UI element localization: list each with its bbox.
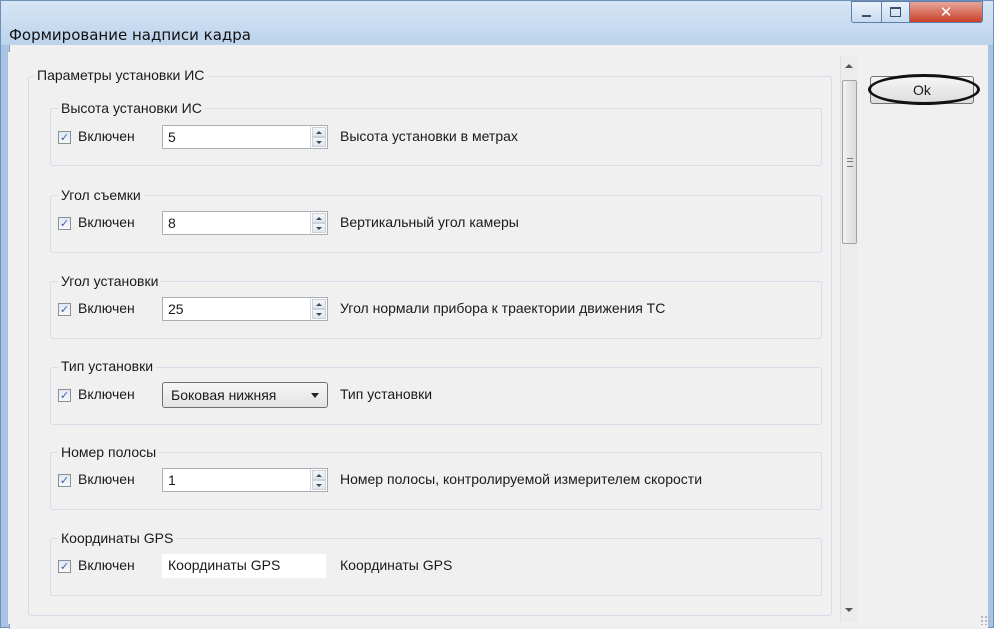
chevron-down-icon	[311, 393, 319, 398]
scrollbar-thumb[interactable]	[842, 80, 857, 244]
spin-up-icon	[316, 131, 322, 134]
section-gps-description: Координаты GPS	[340, 557, 452, 573]
spin-up-button[interactable]	[312, 213, 326, 223]
resize-grip-icon[interactable]	[980, 615, 990, 625]
install-type-dropdown[interactable]: Боковая нижняя	[162, 382, 328, 408]
spin-buttons	[310, 298, 327, 320]
close-icon: ✕	[940, 3, 953, 21]
section-lane-description: Номер полосы, контролируемой измерителем…	[340, 471, 702, 487]
section-lane-checkbox-label: Включен	[78, 471, 135, 487]
section-lane-value: 1	[168, 472, 176, 488]
spin-buttons	[310, 126, 327, 148]
spin-down-icon	[316, 227, 322, 230]
checkmark-icon: ✓	[60, 218, 69, 229]
section-install-angle-title: Угол установки	[58, 273, 161, 289]
section-install-type-checkbox[interactable]: ✓	[58, 389, 71, 402]
spin-buttons	[310, 212, 327, 234]
section-angle-spinbox[interactable]: 8	[162, 211, 328, 235]
maximize-icon	[890, 7, 901, 17]
section-install-angle-spinbox[interactable]: 25	[162, 297, 328, 321]
section-install-angle-description: Угол нормали прибора к траектории движен…	[340, 300, 665, 316]
vertical-scrollbar[interactable]	[840, 56, 858, 622]
checkmark-icon: ✓	[60, 475, 69, 486]
install-type-selected: Боковая нижняя	[171, 387, 276, 403]
section-angle-title: Угол съемки	[58, 187, 144, 203]
section-height-checkbox[interactable]: ✓	[58, 131, 71, 144]
section-install-type-checkbox-label: Включен	[78, 386, 135, 402]
minimize-icon	[862, 15, 871, 17]
scroll-down-arrow-icon[interactable]	[845, 608, 853, 612]
section-gps-title: Координаты GPS	[58, 530, 176, 546]
checkmark-icon: ✓	[60, 304, 69, 315]
window-title: Формирование надписи кадра	[9, 26, 251, 44]
section-lane-checkbox[interactable]: ✓	[58, 474, 71, 487]
section-install-angle-value: 25	[168, 301, 184, 317]
section-height-value: 5	[168, 129, 176, 145]
install-params-title: Параметры установки ИС	[34, 67, 207, 83]
highlight-circle	[868, 74, 980, 105]
section-angle-checkbox[interactable]: ✓	[58, 217, 71, 230]
spin-down-button[interactable]	[312, 137, 326, 147]
spin-down-icon	[316, 313, 322, 316]
spin-buttons	[310, 469, 327, 491]
spin-up-button[interactable]	[312, 470, 326, 480]
section-lane-spinbox[interactable]: 1	[162, 468, 328, 492]
minimize-button[interactable]	[851, 1, 881, 23]
title-bar[interactable]: Формирование надписи кадра ✕	[1, 1, 993, 45]
checkmark-icon: ✓	[60, 561, 69, 572]
spin-down-button[interactable]	[312, 480, 326, 490]
spin-down-icon	[316, 484, 322, 487]
spin-up-button[interactable]	[312, 127, 326, 137]
section-height-checkbox-label: Включен	[78, 128, 135, 144]
section-height-spinbox[interactable]: 5	[162, 125, 328, 149]
gps-text-field[interactable]: Координаты GPS	[162, 554, 326, 578]
maximize-button[interactable]	[881, 1, 910, 23]
section-install-angle-checkbox-label: Включен	[78, 300, 135, 316]
spin-up-icon	[316, 217, 322, 220]
section-angle-description: Вертикальный угол камеры	[340, 214, 519, 230]
section-height-description: Высота установки в метрах	[340, 128, 518, 144]
section-height-title: Высота установки ИС	[58, 100, 205, 116]
close-button[interactable]: ✕	[910, 1, 983, 23]
section-angle-checkbox-label: Включен	[78, 214, 135, 230]
spin-down-button[interactable]	[312, 223, 326, 233]
section-install-angle-checkbox[interactable]: ✓	[58, 303, 71, 316]
spin-down-button[interactable]	[312, 309, 326, 319]
section-install-type-title: Тип установки	[58, 358, 156, 374]
checkmark-icon: ✓	[60, 390, 69, 401]
spin-up-icon	[316, 303, 322, 306]
checkmark-icon: ✓	[60, 132, 69, 143]
section-install-type-description: Тип установки	[340, 386, 432, 402]
spin-up-button[interactable]	[312, 299, 326, 309]
gps-value: Координаты GPS	[168, 557, 280, 573]
section-gps-checkbox[interactable]: ✓	[58, 560, 71, 573]
section-gps-checkbox-label: Включен	[78, 557, 135, 573]
scroll-up-arrow-icon[interactable]	[845, 64, 853, 68]
spin-up-icon	[316, 474, 322, 477]
spin-down-icon	[316, 141, 322, 144]
grip-icon	[847, 158, 853, 167]
section-angle-value: 8	[168, 215, 176, 231]
section-lane-title: Номер полосы	[58, 444, 159, 460]
